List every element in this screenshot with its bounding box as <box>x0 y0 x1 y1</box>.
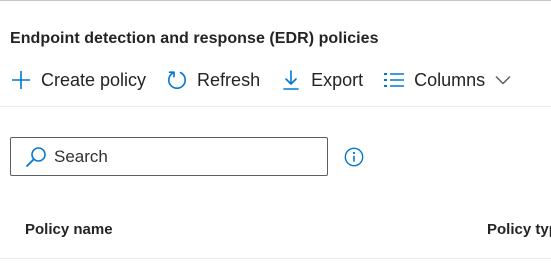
section-title: Endpoint detection and response (EDR) po… <box>10 30 379 47</box>
refresh-label: Refresh <box>197 69 261 90</box>
table-header-divider <box>0 258 551 259</box>
refresh-button[interactable]: Refresh <box>166 60 260 100</box>
column-header-policy-type[interactable]: Policy typ <box>487 221 551 238</box>
create-policy-label: Create policy <box>41 69 147 90</box>
columns-label: Columns <box>414 69 486 90</box>
add-icon <box>10 69 32 91</box>
columns-list-icon <box>383 69 405 91</box>
edr-policies-page: Endpoint detection and response (EDR) po… <box>0 0 551 280</box>
table-header-row: Policy name Policy typ <box>0 210 551 252</box>
create-policy-button[interactable]: Create policy <box>10 60 146 100</box>
info-icon[interactable] <box>344 147 364 167</box>
columns-button[interactable]: Columns <box>383 60 511 100</box>
search-icon <box>24 145 48 169</box>
column-header-policy-name[interactable]: Policy name <box>25 221 113 238</box>
toolbar-divider <box>0 106 551 107</box>
download-icon <box>280 69 302 91</box>
search-input[interactable] <box>54 146 294 167</box>
top-divider <box>0 0 551 1</box>
export-label: Export <box>311 69 364 90</box>
command-bar: Create policy Refresh Export Columns <box>10 60 531 100</box>
search-box[interactable] <box>10 137 328 176</box>
chevron-down-icon <box>495 72 511 88</box>
refresh-icon <box>166 69 188 91</box>
export-button[interactable]: Export <box>280 60 363 100</box>
